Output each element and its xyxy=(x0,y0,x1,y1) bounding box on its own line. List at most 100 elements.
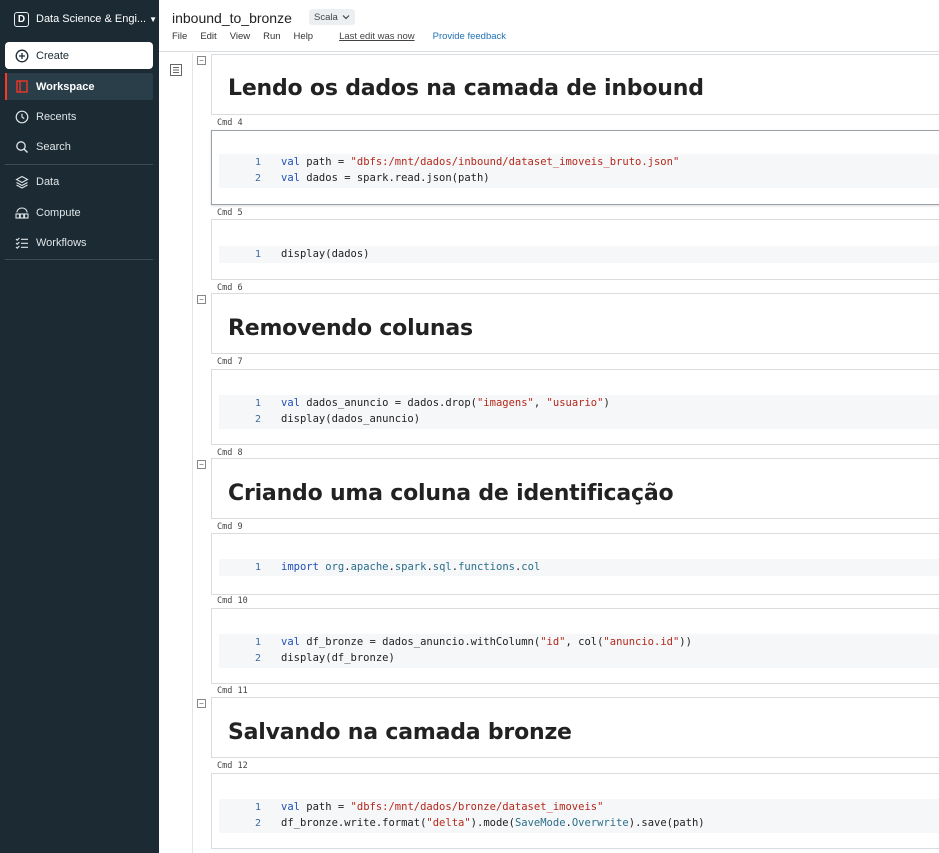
line-number: 2 xyxy=(254,652,261,664)
collapse-toggle[interactable]: − xyxy=(197,56,206,65)
sidebar-item-compute[interactable]: Compute xyxy=(5,199,153,226)
caret-down-icon: ▼ xyxy=(149,14,157,24)
cmd-label: Cmd 5 xyxy=(217,208,243,218)
code-editor[interactable]: 1 val dados_anuncio = dados.drop("imagen… xyxy=(219,395,939,429)
persona-switcher[interactable]: D Data Science & Engi... ▼ xyxy=(14,10,157,28)
sidebar-item-search[interactable]: Search xyxy=(5,133,153,160)
sidebar-item-label: Workspace xyxy=(36,80,95,93)
persona-badge: D xyxy=(14,11,29,27)
code-line: 1 import org.apache.spark.sql.functions.… xyxy=(219,559,939,575)
collapse-toggle[interactable]: − xyxy=(197,699,206,708)
line-number: 1 xyxy=(254,397,261,409)
sidebar-item-label: Data xyxy=(36,175,60,188)
workflows-icon xyxy=(15,236,29,250)
menu-bar: File Edit View Run Help Last edit was no… xyxy=(172,31,519,42)
code-line: 2 display(df_bronze) xyxy=(219,650,939,666)
code-editor[interactable]: 1 val path = "dbfs:/mnt/dados/inbound/da… xyxy=(219,154,939,188)
markdown-heading: Salvando na camada bronze xyxy=(228,720,572,745)
chevron-down-icon xyxy=(342,15,350,20)
cmd-label: Cmd 10 xyxy=(217,596,248,606)
menu-file[interactable]: File xyxy=(172,31,187,42)
code-cell[interactable]: 1 val path = "dbfs:/mnt/dados/inbound/da… xyxy=(211,130,939,205)
plus-circle-icon xyxy=(15,49,29,62)
cmd-label: Cmd 6 xyxy=(217,283,243,293)
search-icon xyxy=(15,140,29,154)
code-line: 1 val path = "dbfs:/mnt/dados/inbound/da… xyxy=(219,154,939,170)
code-editor[interactable]: 1 import org.apache.spark.sql.functions.… xyxy=(219,559,939,576)
language-selector[interactable]: Scala xyxy=(309,9,355,25)
line-number: 2 xyxy=(254,413,261,425)
code-cell[interactable]: 1 val dados_anuncio = dados.drop("imagen… xyxy=(211,369,939,445)
sidebar-item-data[interactable]: Data xyxy=(5,168,153,195)
create-label: Create xyxy=(36,49,70,62)
feedback-link[interactable]: Provide feedback xyxy=(433,31,506,42)
markdown-cell[interactable]: Lendo os dados na camada de inbound xyxy=(211,54,939,115)
cmd-label: Cmd 4 xyxy=(217,118,243,128)
data-icon xyxy=(15,175,29,189)
collapse-toggle[interactable]: − xyxy=(197,460,206,469)
clock-icon xyxy=(15,110,29,124)
sidebar-item-label: Search xyxy=(36,140,71,153)
collapse-toggle[interactable]: − xyxy=(197,295,206,304)
cmd-label: Cmd 12 xyxy=(217,761,248,771)
workspace-icon xyxy=(15,80,29,94)
line-number: 1 xyxy=(254,561,261,573)
code-cell[interactable]: 1 val path = "dbfs:/mnt/dados/bronze/dat… xyxy=(211,773,939,849)
sidebar-item-label: Workflows xyxy=(36,236,87,249)
last-edit-link[interactable]: Last edit was now xyxy=(339,31,415,42)
table-of-contents-icon[interactable] xyxy=(170,64,182,76)
markdown-cell[interactable]: Criando uma coluna de identificação xyxy=(211,458,939,519)
line-number: 1 xyxy=(254,801,261,813)
notebook-title[interactable]: inbound_to_bronze xyxy=(172,10,292,26)
menu-view[interactable]: View xyxy=(230,31,250,42)
sidebar-item-workspace[interactable]: Workspace xyxy=(5,73,153,100)
sidebar-item-label: Recents xyxy=(36,110,77,123)
code-cell[interactable]: 1 val df_bronze = dados_anuncio.withColu… xyxy=(211,608,939,684)
code-line: 1 display(dados) xyxy=(219,246,939,262)
menu-run[interactable]: Run xyxy=(263,31,280,42)
sidebar-divider xyxy=(5,259,153,260)
notebook-area: − Lendo os dados na camada de inbound Cm… xyxy=(159,53,939,853)
code-editor[interactable]: 1 val df_bronze = dados_anuncio.withColu… xyxy=(219,634,939,668)
code-line: 2 display(dados_anuncio) xyxy=(219,411,939,427)
notebook-header: inbound_to_bronze Scala File Edit View R… xyxy=(159,0,939,52)
gutter-divider xyxy=(192,53,193,853)
code-line: 1 val df_bronze = dados_anuncio.withColu… xyxy=(219,634,939,650)
line-number: 2 xyxy=(254,817,261,829)
code-cell[interactable]: 1 display(dados) xyxy=(211,219,939,280)
sidebar-divider xyxy=(5,164,153,165)
code-text: display(dados) xyxy=(281,248,370,260)
persona-label: Data Science & Engi... xyxy=(36,13,147,25)
cmd-label: Cmd 11 xyxy=(217,686,248,696)
line-number: 2 xyxy=(254,172,261,184)
sidebar-item-workflows[interactable]: Workflows xyxy=(5,229,153,256)
code-line: 2 val dados = spark.read.json(path) xyxy=(219,170,939,186)
markdown-heading: Lendo os dados na camada de inbound xyxy=(228,76,704,101)
sidebar: D Data Science & Engi... ▼ Create Worksp… xyxy=(0,0,159,853)
line-number: 1 xyxy=(254,156,261,168)
code-editor[interactable]: 1 display(dados) xyxy=(219,246,939,263)
menu-edit[interactable]: Edit xyxy=(200,31,216,42)
code-editor[interactable]: 1 val path = "dbfs:/mnt/dados/bronze/dat… xyxy=(219,799,939,833)
code-text: display(dados_anuncio) xyxy=(281,413,421,425)
cmd-label: Cmd 9 xyxy=(217,522,243,532)
code-line: 2 df_bronze.write.format("delta").mode(S… xyxy=(219,815,939,831)
code-text: display(df_bronze) xyxy=(281,652,395,664)
line-number: 1 xyxy=(254,248,261,260)
markdown-heading: Removendo colunas xyxy=(228,316,473,341)
cmd-label: Cmd 7 xyxy=(217,357,243,367)
compute-icon xyxy=(15,206,29,220)
menu-help[interactable]: Help xyxy=(294,31,314,42)
code-line: 1 val dados_anuncio = dados.drop("imagen… xyxy=(219,395,939,411)
code-cell[interactable]: 1 import org.apache.spark.sql.functions.… xyxy=(211,533,939,595)
markdown-cell[interactable]: Removendo colunas xyxy=(211,293,939,354)
cmd-label: Cmd 8 xyxy=(217,448,243,458)
code-line: 1 val path = "dbfs:/mnt/dados/bronze/dat… xyxy=(219,799,939,815)
create-button[interactable]: Create xyxy=(5,42,153,69)
line-number: 1 xyxy=(254,636,261,648)
markdown-heading: Criando uma coluna de identificação xyxy=(228,481,674,506)
sidebar-item-label: Compute xyxy=(36,206,81,219)
markdown-cell[interactable]: Salvando na camada bronze xyxy=(211,697,939,758)
language-label: Scala xyxy=(314,11,338,23)
sidebar-item-recents[interactable]: Recents xyxy=(5,103,153,130)
